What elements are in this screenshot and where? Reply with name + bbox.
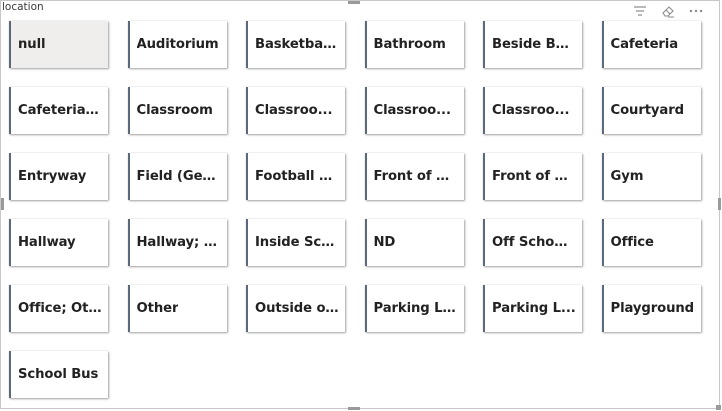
slicer-tile[interactable]: Courtyard <box>601 87 701 134</box>
slicer-tile[interactable]: Gym <box>601 153 701 200</box>
slicer-tile-label: null <box>18 37 46 52</box>
slicer-tile-label: Off School ... <box>492 235 576 250</box>
slicer-tile[interactable]: Office <box>601 219 701 266</box>
slicer-tile-label: Outside on... <box>255 301 339 316</box>
slicer-tile[interactable]: Bathroom <box>364 21 464 68</box>
slicer-tile-label: ND <box>373 235 396 250</box>
slicer-tile-label: Cafeteria <box>610 37 679 52</box>
slicer-tile[interactable]: Outside on... <box>246 285 345 332</box>
slicer-tile-label: Office; Oth... <box>18 301 102 316</box>
filter-lines-icon[interactable] <box>631 4 649 18</box>
slicer-tile-label: Courtyard <box>610 103 684 118</box>
slicer-tile[interactable]: Football Fi... <box>246 153 345 200</box>
slicer-tile-label: Classroo... <box>255 103 333 118</box>
slicer-tile[interactable]: Entryway <box>9 153 108 200</box>
slicer-tile-label: Gym <box>610 169 644 184</box>
slicer-tile-label: Parking L... <box>492 301 576 316</box>
resize-handle-left[interactable] <box>1 198 4 210</box>
slicer-tile[interactable]: Parking Lot <box>364 285 464 332</box>
slicer-tile[interactable]: Inside Sch... <box>246 219 345 266</box>
slicer-tile[interactable]: Hallway <box>9 219 108 266</box>
slicer-tile-label: Parking Lot <box>373 301 458 316</box>
slicer-tile-label: Other <box>136 301 179 316</box>
slicer-tile[interactable]: Basketball... <box>246 21 345 68</box>
slicer-tile-label: Inside Sch... <box>255 235 339 250</box>
slicer-visual: location nullAuditoriumBasketball...B <box>0 0 721 410</box>
slicer-tile-label: Cafeteria; ... <box>18 103 102 118</box>
eraser-icon[interactable] <box>659 4 677 18</box>
slicer-tile[interactable]: Cafeteria <box>601 21 701 68</box>
slicer-tile[interactable]: null <box>9 21 108 68</box>
slicer-tile[interactable]: ND <box>364 219 464 266</box>
slicer-tile[interactable]: Field (Gen... <box>127 153 227 200</box>
slicer-tile[interactable]: Off School ... <box>483 219 582 266</box>
slicer-tile[interactable]: Front of S... <box>364 153 464 200</box>
resize-handle-bottom[interactable] <box>348 407 360 410</box>
slicer-tile-label: Beside Bui... <box>492 37 576 52</box>
slicer-tiles: null Auditorium Basketball... Bathroom Besid… <box>9 21 709 398</box>
slicer-tile-label: Office <box>610 235 654 250</box>
slicer-title: location <box>2 1 44 13</box>
slicer-tile-label: Bathroom <box>373 37 446 52</box>
slicer-tile[interactable]: Classroo... <box>364 87 464 134</box>
slicer-tile[interactable]: Office; Oth... <box>9 285 108 332</box>
slicer-tile-label: Classroo... <box>373 103 451 118</box>
slicer-tile[interactable]: Classroo... <box>483 87 582 134</box>
slicer-tile[interactable]: Beside Bui... <box>483 21 582 68</box>
slicer-tile-label: School Bus <box>18 367 99 382</box>
visual-header-icons <box>631 4 705 18</box>
slicer-tile[interactable]: Auditorium <box>127 21 227 68</box>
slicer-tile[interactable]: Classroo... <box>246 87 345 134</box>
slicer-tile-label: Classroom <box>136 103 213 118</box>
slicer-tile[interactable]: Front of S... <box>483 153 582 200</box>
slicer-tile[interactable]: Other <box>127 285 227 332</box>
resize-handle-right[interactable] <box>718 198 721 210</box>
slicer-tile[interactable]: Cafeteria; ... <box>9 87 108 134</box>
slicer-tile-label: Auditorium <box>136 37 219 52</box>
slicer-tile-label: Front of S... <box>492 169 576 184</box>
slicer-tile-label: Front of S... <box>373 169 458 184</box>
slicer-tile-label: Football Fi... <box>255 169 339 184</box>
slicer-tile[interactable]: Hallway; B... <box>127 219 227 266</box>
slicer-tile-label: Hallway; B... <box>136 235 221 250</box>
slicer-tile[interactable]: Classroom <box>127 87 227 134</box>
slicer-tile-label: Entryway <box>18 169 87 184</box>
slicer-tile[interactable]: Playground <box>601 285 701 332</box>
slicer-tile[interactable]: School Bus <box>9 351 108 398</box>
resize-handle-corner[interactable] <box>716 405 721 410</box>
slicer-tile-label: Hallway <box>18 235 76 250</box>
slicer-tile-label: Basketball... <box>255 37 339 52</box>
resize-handle-top[interactable] <box>348 1 360 4</box>
more-options-icon[interactable] <box>687 4 705 18</box>
slicer-tile-label: Classroo... <box>492 103 570 118</box>
slicer-tile-label: Field (Gen... <box>136 169 221 184</box>
slicer-tile-label: Playground <box>610 301 695 316</box>
slicer-tile[interactable]: Parking L... <box>483 285 582 332</box>
